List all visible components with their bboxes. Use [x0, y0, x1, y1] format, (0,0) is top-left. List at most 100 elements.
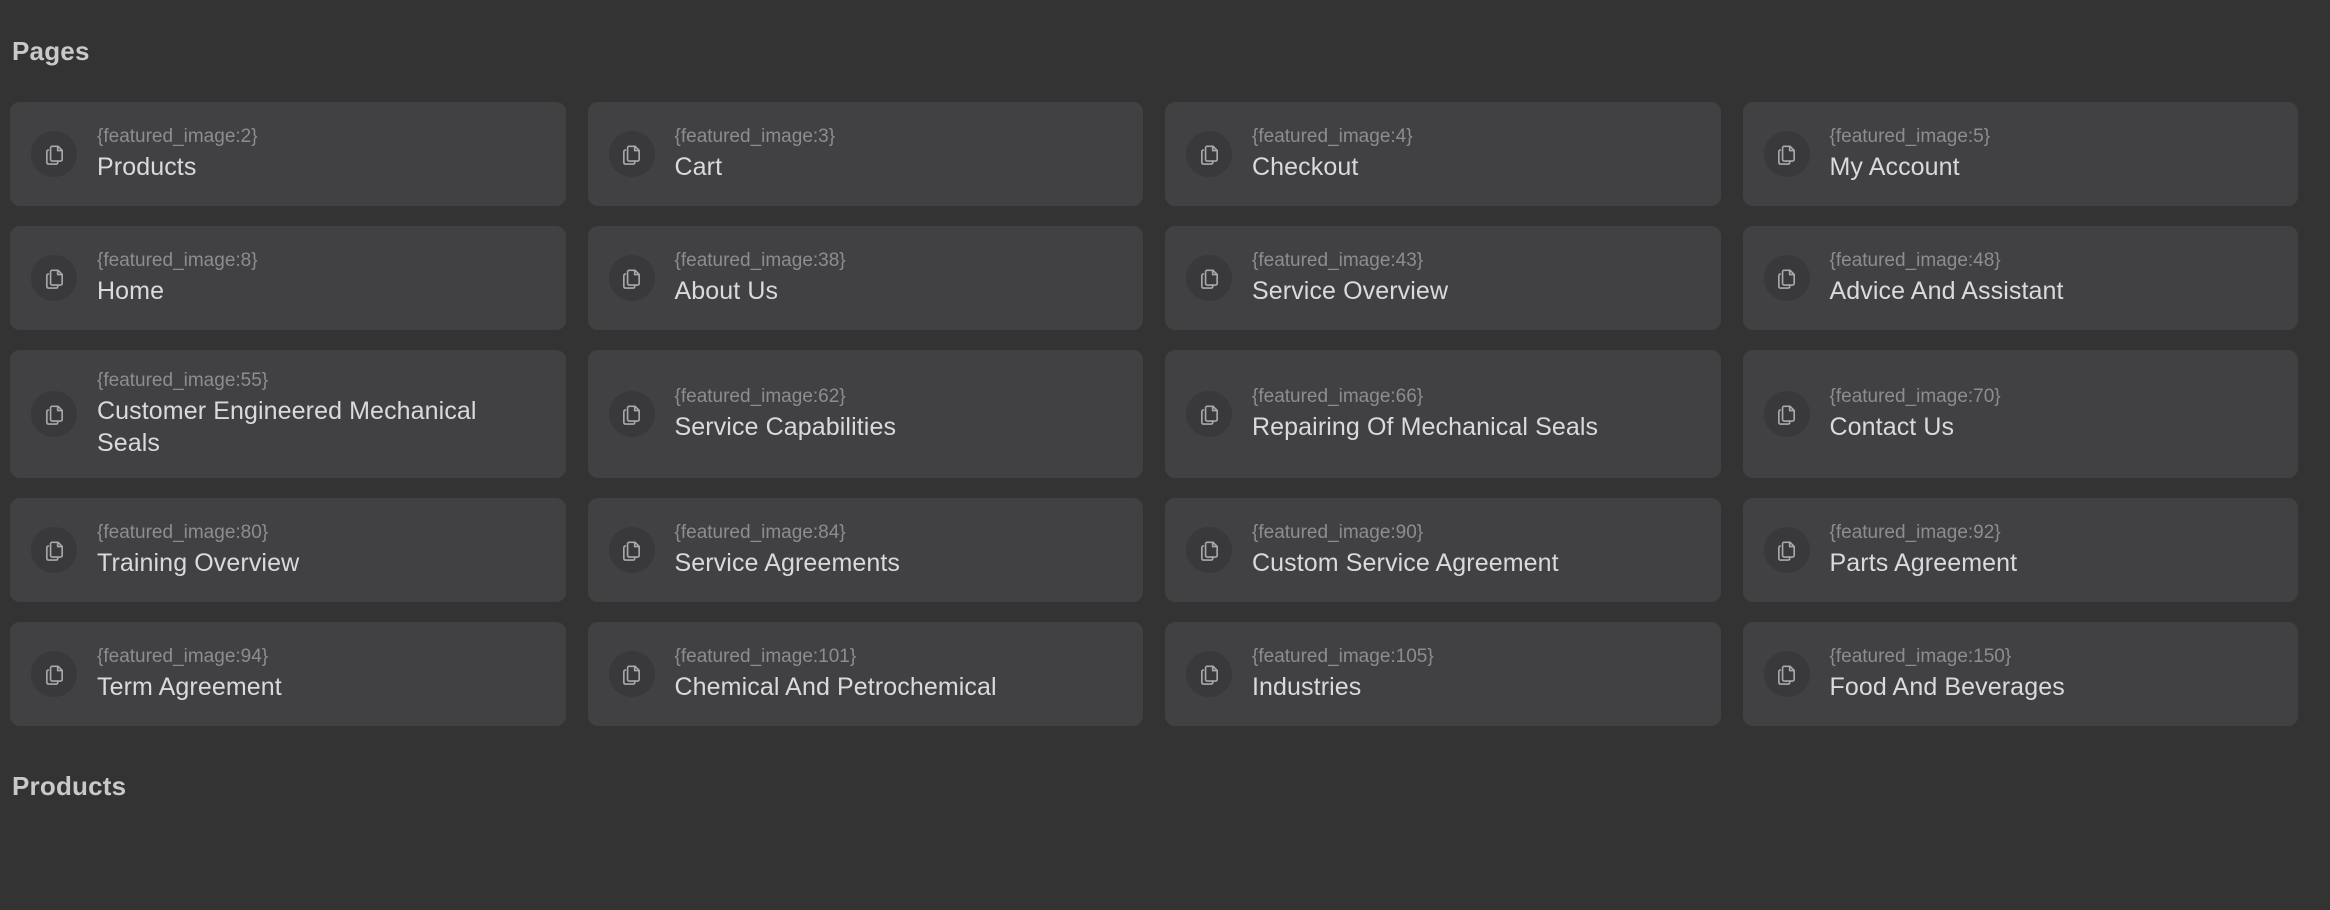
page-card-body: {featured_image:66} Repairing Of Mechanic…: [1252, 385, 1598, 443]
page-card-title: Service Capabilities: [674, 413, 897, 442]
copy-icon: [608, 527, 655, 573]
page-card-body: {featured_image:70} Contact Us: [1830, 385, 2001, 443]
page-card-slug: {featured_image:105}: [1252, 645, 1434, 667]
copy-icon: [1763, 527, 1810, 573]
page-card-slug: {featured_image:8}: [97, 249, 258, 271]
page-card[interactable]: {featured_image:38} About Us: [587, 226, 1143, 330]
page-card-slug: {featured_image:80}: [97, 521, 269, 543]
page-card[interactable]: {featured_image:66} Repairing Of Mechanic…: [1165, 350, 1721, 478]
page-card-body: {featured_image:90} Custom Service Agreem…: [1252, 521, 1559, 579]
page-card-slug: {featured_image:3}: [674, 125, 836, 147]
page-card-body: {featured_image:62} Service Capabilities: [675, 385, 897, 443]
copy-icon: [1186, 527, 1232, 573]
copy-icon: [1763, 651, 1810, 697]
page-card-body: {featured_image:84} Service Agreements: [675, 521, 901, 579]
page-card-title: Training Overview: [97, 549, 300, 578]
page-card[interactable]: {featured_image:3} Cart: [587, 102, 1143, 206]
copy-icon: [31, 527, 77, 573]
page-card-body: {featured_image:2} Products: [97, 125, 258, 183]
page-card-slug: {featured_image:101}: [674, 645, 857, 667]
copy-icon: [1763, 391, 1810, 437]
page-card-title: Chemical And Petrochemical: [674, 673, 997, 702]
page-card-body: {featured_image:43} Service Overview: [1252, 249, 1448, 307]
page-card-body: {featured_image:48} Advice And Assistant: [1830, 249, 2064, 307]
section-heading-products: Products: [12, 771, 127, 801]
page-card-body: {featured_image:38} About Us: [675, 249, 846, 307]
copy-icon: [31, 255, 77, 301]
page-card[interactable]: {featured_image:43} Service Overview: [1165, 226, 1721, 330]
page-card-slug: {featured_image:70}: [1829, 385, 2001, 407]
page-card-body: {featured_image:55} Customer Engineered M…: [97, 369, 546, 459]
page-card-title: Service Agreements: [674, 549, 901, 578]
page-card[interactable]: {featured_image:48} Advice And Assistant: [1742, 226, 2298, 330]
page-card-title: My Account: [1829, 153, 1960, 182]
page-card-slug: {featured_image:66}: [1252, 385, 1424, 407]
page-card-body: {featured_image:105} Industries: [1252, 645, 1434, 703]
page-card[interactable]: {featured_image:62} Service Capabilities: [587, 350, 1143, 478]
page-card-title: Parts Agreement: [1829, 549, 2018, 578]
page-card-body: {featured_image:150} Food And Beverages: [1830, 645, 2065, 703]
page-card-slug: {featured_image:90}: [1252, 521, 1424, 543]
copy-icon: [608, 391, 655, 437]
page-card-slug: {featured_image:150}: [1829, 645, 2012, 667]
page-card-title: Service Overview: [1252, 277, 1449, 306]
pages-card-grid: {featured_image:2} Products {featured_imag…: [10, 102, 2298, 726]
page-card-body: {featured_image:8} Home: [97, 249, 258, 307]
page-card-title: Cart: [674, 153, 723, 182]
page-card[interactable]: {featured_image:84} Service Agreements: [587, 498, 1143, 602]
page-card[interactable]: {featured_image:8} Home: [10, 226, 566, 330]
page-card-title: Food And Beverages: [1829, 673, 2065, 702]
copy-icon: [31, 651, 77, 697]
copy-icon: [1186, 131, 1232, 177]
page-card[interactable]: {featured_image:105} Industries: [1165, 622, 1721, 726]
page-card[interactable]: {featured_image:80} Training Overview: [10, 498, 566, 602]
page-card[interactable]: {featured_image:101} Chemical And Petroch…: [587, 622, 1143, 726]
page-card-slug: {featured_image:55}: [97, 369, 269, 391]
page-card-slug: {featured_image:92}: [1829, 521, 2001, 543]
page-card[interactable]: {featured_image:55} Customer Engineered M…: [10, 350, 566, 478]
page-card-slug: {featured_image:4}: [1252, 125, 1413, 147]
copy-icon: [608, 131, 655, 177]
page-card-title: Checkout: [1252, 153, 1359, 182]
page-card[interactable]: {featured_image:90} Custom Service Agreem…: [1165, 498, 1721, 602]
page-card-body: {featured_image:94} Term Agreement: [97, 645, 282, 703]
page-card[interactable]: {featured_image:92} Parts Agreement: [1742, 498, 2298, 602]
page-card-title: Home: [97, 277, 165, 306]
section-heading-pages: Pages: [12, 36, 90, 66]
page-card-body: {featured_image:4} Checkout: [1252, 125, 1413, 183]
page-card-body: {featured_image:3} Cart: [675, 125, 836, 183]
copy-icon: [1763, 255, 1810, 301]
page-card[interactable]: {featured_image:150} Food And Beverages: [1742, 622, 2298, 726]
page-card-title: Industries: [1252, 673, 1362, 702]
page-card[interactable]: {featured_image:70} Contact Us: [1742, 350, 2298, 478]
page-card-title: Advice And Assistant: [1829, 277, 2064, 306]
page-card-title: Customer Engineered Mechanical Seals: [97, 397, 477, 458]
page-card[interactable]: {featured_image:2} Products: [10, 102, 566, 206]
page-card-title: About Us: [674, 277, 779, 306]
page-card-title: Custom Service Agreement: [1252, 549, 1559, 578]
copy-icon: [31, 131, 77, 177]
page-card-body: {featured_image:92} Parts Agreement: [1830, 521, 2018, 579]
copy-icon: [608, 651, 655, 697]
page-card-slug: {featured_image:62}: [674, 385, 846, 407]
page-card-title: Term Agreement: [97, 673, 282, 702]
page-card[interactable]: {featured_image:4} Checkout: [1165, 102, 1721, 206]
page-card-title: Contact Us: [1829, 413, 1955, 442]
page-card-slug: {featured_image:2}: [97, 125, 258, 147]
copy-icon: [1186, 651, 1232, 697]
page-card[interactable]: {featured_image:94} Term Agreement: [10, 622, 566, 726]
page-card-slug: {featured_image:94}: [97, 645, 269, 667]
copy-icon: [31, 391, 77, 437]
copy-icon: [1763, 131, 1810, 177]
pages-grid-screen: Pages {featured_image:2} Products {feature…: [0, 0, 2330, 910]
page-card-slug: {featured_image:38}: [674, 249, 846, 271]
page-card-body: {featured_image:101} Chemical And Petroch…: [675, 645, 997, 703]
page-card-body: {featured_image:5} My Account: [1830, 125, 1991, 183]
copy-icon: [1186, 391, 1232, 437]
page-card-title: Repairing Of Mechanical Seals: [1252, 413, 1599, 442]
page-card-body: {featured_image:80} Training Overview: [97, 521, 299, 579]
page-card[interactable]: {featured_image:5} My Account: [1742, 102, 2298, 206]
copy-icon: [1186, 255, 1232, 301]
page-card-slug: {featured_image:84}: [674, 521, 846, 543]
page-card-slug: {featured_image:48}: [1829, 249, 2001, 271]
